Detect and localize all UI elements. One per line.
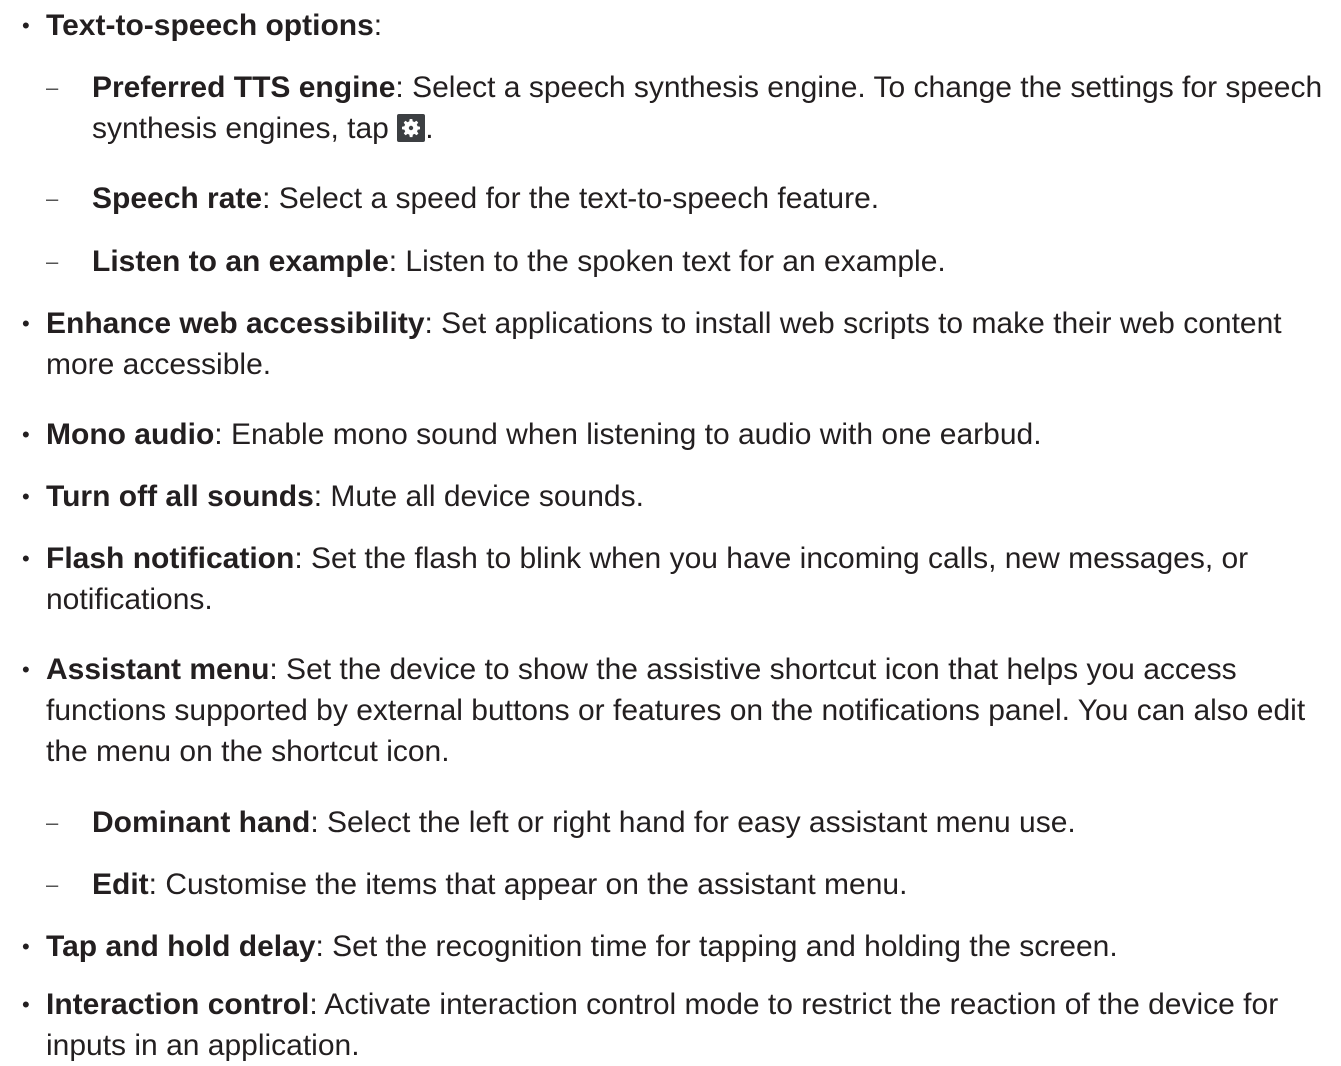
item-text: : [373,9,383,42]
list-item-tap-and-hold-delay: • Tap and hold delay: Set the recognitio… [22,926,1331,967]
list-item-enhance-web-accessibility: • Enhance web accessibility: Set applica… [22,303,1331,385]
item-term: Dominant hand [92,806,311,839]
item-text: : Select the left or right hand for easy… [310,806,1076,839]
item-term: Listen to an example [92,245,389,278]
item-term: Turn off all sounds [46,480,314,513]
bullet-dot: • [22,484,30,509]
list-item-dominant-hand: – Dominant hand: Select the left or righ… [46,802,1332,843]
item-text: : Enable mono sound when listening to au… [214,418,1042,451]
item-term: Flash notification [46,542,295,575]
list-item-interaction-control: • Interaction control: Activate interact… [22,984,1331,1066]
item-term: Preferred TTS engine [92,71,396,104]
item-term: Assistant menu [46,653,270,686]
list-item-flash-notification: • Flash notification: Set the flash to b… [22,538,1331,620]
item-text-end: . [425,112,434,145]
item-text: : Set the recognition time for tapping a… [315,930,1118,963]
item-term: Speech rate [92,182,263,215]
item-text: : Select a speed for the text-to-speech … [262,182,880,215]
item-term: Interaction control [46,988,310,1021]
list-item-listen-to-example: – Listen to an example: Listen to the sp… [46,241,1332,282]
item-term: Text-to-speech options [46,9,374,42]
gear-icon [397,114,426,142]
item-term: Edit [92,868,149,901]
list-item-mono-audio: • Mono audio: Enable mono sound when lis… [22,414,1331,455]
item-term: Tap and hold delay [46,930,316,963]
bullet-dot: • [22,311,30,336]
bullet-dot: • [22,934,30,959]
list-item-speech-rate: – Speech rate: Select a speed for the te… [46,178,1332,219]
item-text: : Mute all device sounds. [313,480,644,513]
list-item-edit: – Edit: Customise the items that appear … [46,864,1332,905]
item-term: Enhance web accessibility [46,307,425,340]
bullet-dash: – [46,75,59,100]
list-item-assistant-menu: • Assistant menu: Set the device to show… [22,649,1331,772]
bullet-dash: – [46,810,59,835]
bullet-dot: • [22,13,30,38]
list-item-turn-off-all-sounds: • Turn off all sounds: Mute all device s… [22,476,1331,517]
manual-page: • Text-to-speech options: – Preferred TT… [0,0,1341,1062]
bullet-dot: • [22,546,30,571]
list-item-preferred-tts-engine: – Preferred TTS engine: Select a speech … [46,67,1332,149]
bullet-dash: – [46,186,59,211]
bullet-dot: • [22,657,30,682]
bullet-dot: • [22,992,30,1017]
list-item-text-to-speech-options: • Text-to-speech options: [22,5,1331,46]
item-text: : Listen to the spoken text for an examp… [388,245,946,278]
item-term: Mono audio [46,418,215,451]
bullet-dash: – [46,249,59,274]
item-text: : Customise the items that appear on the… [148,868,908,901]
bullet-dot: • [22,422,30,447]
bullet-dash: – [46,872,59,897]
